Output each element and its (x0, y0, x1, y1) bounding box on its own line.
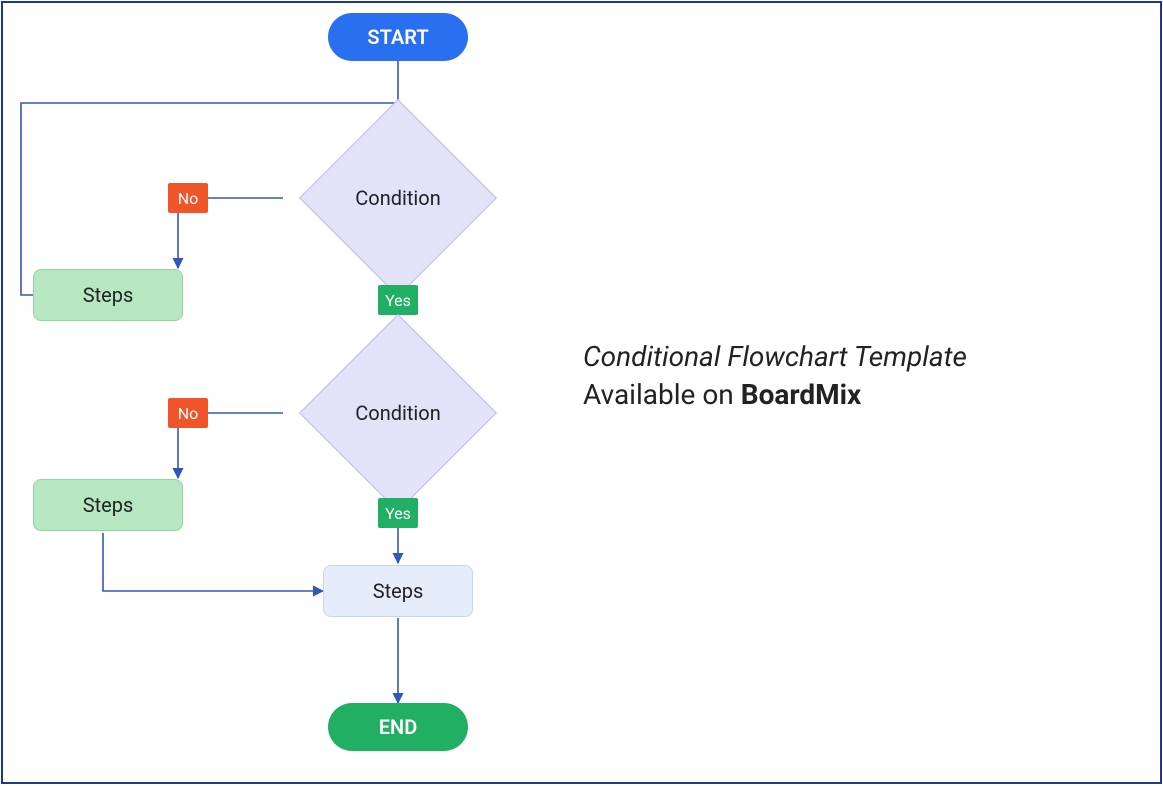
caption-subtitle: Available on BoardMix (583, 376, 967, 414)
condition-2-label: Condition (283, 401, 513, 425)
caption-block: Conditional Flowchart Template Available… (583, 338, 967, 414)
steps-no-2: Steps (33, 479, 183, 531)
steps-no-1: Steps (33, 269, 183, 321)
start-node: START (328, 13, 468, 61)
end-node: END (328, 703, 468, 751)
steps-3: Steps (323, 565, 473, 617)
caption-brand: BoardMix (741, 378, 862, 411)
condition-1-node: Condition (283, 138, 513, 258)
no-label-1: No (168, 183, 208, 213)
yes-label-1: Yes (378, 285, 418, 315)
caption-title: Conditional Flowchart Template (583, 338, 967, 376)
caption-available: Available on (583, 378, 741, 411)
yes-label-2: Yes (378, 498, 418, 528)
no-label-2: No (168, 398, 208, 428)
condition-1-label: Condition (283, 186, 513, 210)
flowchart-canvas: START Condition No Yes Steps Condition N… (1, 1, 1162, 784)
condition-2-node: Condition (283, 353, 513, 473)
